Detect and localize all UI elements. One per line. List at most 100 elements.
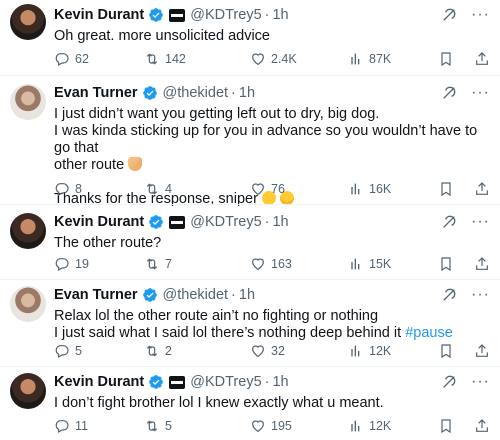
- grok-icon[interactable]: [441, 287, 457, 303]
- avatar[interactable]: [10, 84, 46, 120]
- bookmark-button[interactable]: [438, 50, 454, 68]
- share-icon: [476, 419, 488, 432]
- views-button[interactable]: 12K: [348, 342, 391, 360]
- author-handle[interactable]: @KDTrey5: [190, 374, 261, 390]
- heart-icon: [252, 345, 264, 358]
- author-name[interactable]: Kevin Durant: [54, 7, 144, 23]
- reply-button[interactable]: 19: [54, 255, 89, 273]
- reply-icon: [55, 53, 69, 67]
- like-button[interactable]: 163: [250, 255, 292, 273]
- views-button[interactable]: 12K: [348, 417, 391, 435]
- like-button[interactable]: 2.4K: [250, 50, 297, 68]
- reply-button[interactable]: 8: [54, 180, 82, 198]
- views-button[interactable]: 16K: [348, 180, 391, 198]
- avatar[interactable]: [10, 373, 46, 409]
- verified-badge-icon: [142, 85, 158, 101]
- more-options-icon[interactable]: ···: [471, 214, 490, 230]
- bookmark-icon: [441, 257, 451, 272]
- grok-icon[interactable]: [441, 374, 457, 390]
- tweet-timestamp[interactable]: 1h: [272, 214, 288, 230]
- reply-button[interactable]: 62: [54, 50, 89, 68]
- views-icon: [351, 53, 360, 65]
- tweet-header: Evan Turner @thekidet · 1h: [54, 286, 490, 304]
- grok-icon[interactable]: [441, 214, 457, 230]
- bookmark-icon: [441, 52, 451, 67]
- tweet-timestamp[interactable]: 1h: [239, 287, 255, 303]
- reply-count: 11: [75, 419, 88, 433]
- grok-icon[interactable]: [441, 85, 457, 101]
- more-options-icon[interactable]: ···: [471, 7, 490, 23]
- share-button[interactable]: [474, 255, 490, 273]
- tweet-separator: ·: [264, 374, 270, 390]
- author-name[interactable]: Evan Turner: [54, 85, 138, 101]
- more-options-icon[interactable]: ···: [471, 85, 490, 101]
- bookmark-button[interactable]: [438, 255, 454, 273]
- more-options-icon[interactable]: ···: [471, 374, 490, 390]
- retweet-button[interactable]: 4: [144, 180, 172, 198]
- heart-icon: [252, 258, 264, 271]
- more-options-icon[interactable]: ···: [471, 287, 490, 303]
- retweet-button[interactable]: 2: [144, 342, 172, 360]
- retweet-button[interactable]: 5: [144, 417, 172, 435]
- author-handle[interactable]: @thekidet: [163, 287, 229, 303]
- tweet-actions: 19 7 163 15K: [54, 255, 490, 273]
- retweet-button[interactable]: 7: [144, 255, 172, 273]
- share-button[interactable]: [474, 50, 490, 68]
- author-handle[interactable]: @KDTrey5: [190, 7, 261, 23]
- reply-count: 8: [75, 182, 82, 196]
- tweet-line: I just didn’t want you getting left out …: [54, 106, 380, 122]
- author-name[interactable]: Kevin Durant: [54, 214, 144, 230]
- author-name[interactable]: Evan Turner: [54, 287, 138, 303]
- tweet-actions: 62 142 2.4K 87K: [54, 50, 490, 68]
- verified-badge-icon: [148, 374, 164, 390]
- share-icon: [476, 52, 488, 65]
- reply-button[interactable]: 11: [54, 417, 88, 435]
- retweet-count: 142: [165, 52, 186, 66]
- avatar[interactable]: [10, 4, 46, 40]
- heart-icon: [252, 420, 264, 433]
- like-button[interactable]: 32: [250, 342, 285, 360]
- tweet-line: Relax lol the other route ain’t no fight…: [54, 308, 379, 324]
- author-handle[interactable]: @thekidet: [163, 85, 229, 101]
- tweet-timestamp[interactable]: 1h: [272, 7, 288, 23]
- author-handle[interactable]: @KDTrey5: [190, 214, 261, 230]
- share-button[interactable]: [474, 180, 490, 198]
- tweet-line: Oh great. more unsolicited advice: [54, 28, 270, 44]
- tweet-divider: [0, 279, 500, 280]
- views-count: 15K: [369, 257, 392, 271]
- like-button[interactable]: 195: [250, 417, 292, 435]
- grok-icon[interactable]: [441, 7, 457, 23]
- tweet-divider: [0, 204, 500, 205]
- tweet-text: Oh great. more unsolicited advice: [54, 28, 490, 45]
- retweet-icon: [146, 420, 158, 432]
- tweet-header: Kevin Durant @KDTrey5 · 1h: [54, 6, 490, 24]
- bookmark-icon: [441, 419, 451, 434]
- avatar[interactable]: [10, 286, 46, 322]
- tweet-header: Kevin Durant @KDTrey5 · 1h: [54, 213, 490, 231]
- bookmark-button[interactable]: [438, 180, 454, 198]
- share-button[interactable]: [474, 342, 490, 360]
- retweet-count: 4: [165, 182, 172, 196]
- bookmark-button[interactable]: [438, 342, 454, 360]
- retweet-icon: [146, 345, 158, 357]
- views-icon: [351, 345, 360, 357]
- tweet-text: The other route?: [54, 235, 490, 252]
- tweet-timestamp[interactable]: 1h: [272, 374, 288, 390]
- avatar[interactable]: [10, 213, 46, 249]
- reply-icon: [55, 420, 69, 434]
- share-button[interactable]: [474, 417, 490, 435]
- like-button[interactable]: 76: [250, 180, 285, 198]
- reply-button[interactable]: 5: [54, 342, 82, 360]
- views-button[interactable]: 87K: [348, 50, 391, 68]
- like-count: 163: [271, 257, 292, 271]
- reply-count: 5: [75, 344, 82, 358]
- reply-icon: [55, 183, 69, 197]
- bookmark-button[interactable]: [438, 417, 454, 435]
- share-icon: [476, 257, 488, 270]
- tweet-text: I don’t fight brother lol I knew exactly…: [54, 395, 490, 412]
- author-name[interactable]: Kevin Durant: [54, 374, 144, 390]
- tweet-timestamp[interactable]: 1h: [239, 85, 255, 101]
- hashtag-link[interactable]: #pause: [405, 325, 453, 341]
- retweet-button[interactable]: 142: [144, 50, 186, 68]
- views-button[interactable]: 15K: [348, 255, 391, 273]
